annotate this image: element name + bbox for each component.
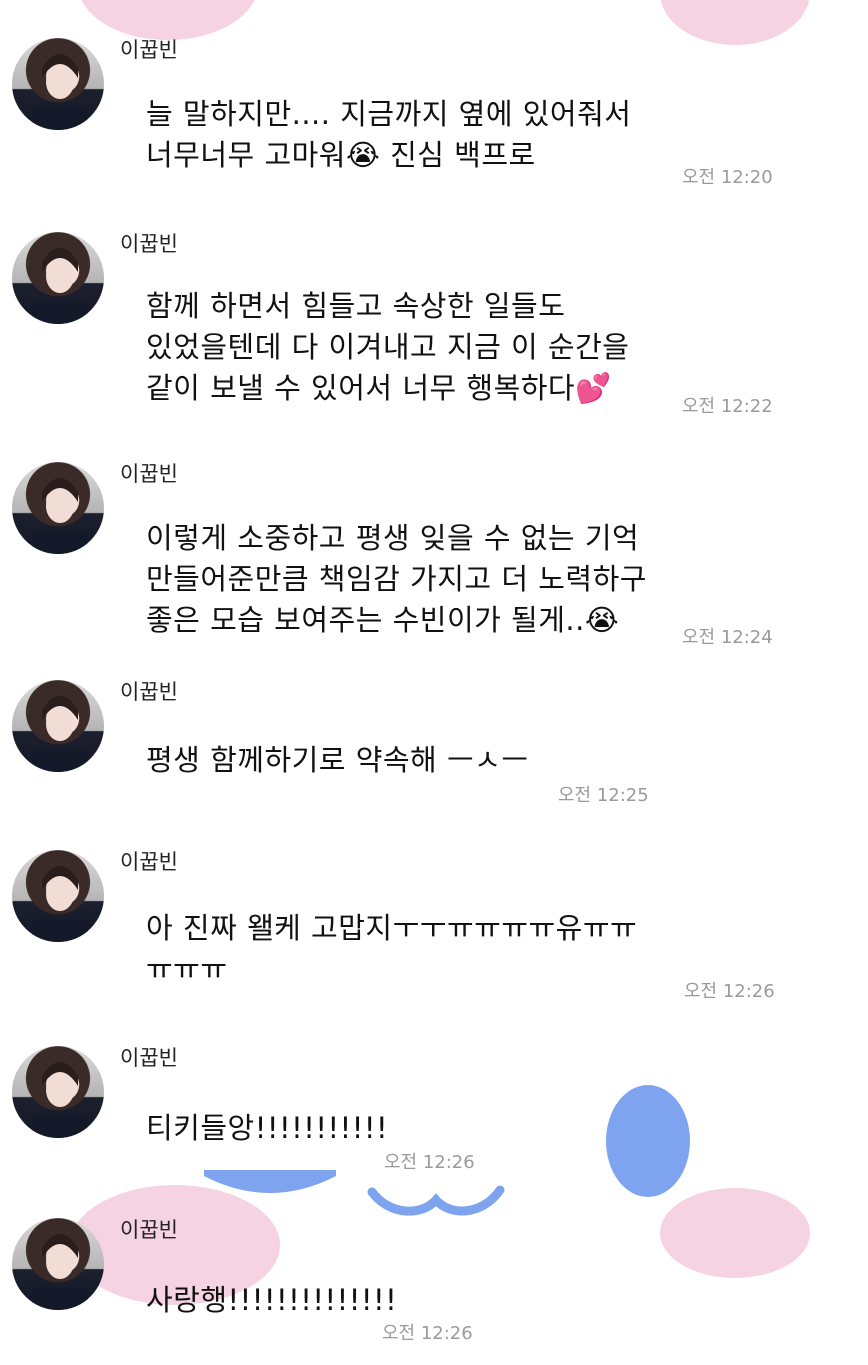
avatar[interactable] (12, 680, 104, 772)
chat-log[interactable]: 이꿉빈 늘 말하지만.... 지금까지 옆에 있어줘서너무너무 고마워😭 진심 … (0, 0, 868, 1365)
avatar[interactable] (12, 850, 104, 942)
sender-name: 이꿉빈 (120, 1046, 178, 1070)
avatar[interactable] (12, 462, 104, 554)
message-time: 오전 12:24 (682, 627, 773, 648)
sender-name: 이꿉빈 (120, 462, 178, 486)
message-line: 아 진짜 왤케 고맙지ㅜㅜㅠㅠㅠㅠ유ㅠㅠ (146, 911, 638, 945)
sender-name: 이꿉빈 (120, 232, 178, 256)
message-time: 오전 12:26 (684, 981, 775, 1002)
avatar[interactable] (12, 1046, 104, 1138)
message-line: 같이 보낼 수 있어서 너무 행복하다💕 (146, 371, 612, 405)
message-text: 함께 하면서 힘들고 속상한 일들도있었을텐데 다 이겨내고 지금 이 순간을같… (146, 286, 629, 409)
message-line: 만들어준만큼 책임감 가지고 더 노력하구 (146, 562, 647, 596)
message-line: 늘 말하지만.... 지금까지 옆에 있어줘서 (146, 97, 632, 131)
message-line: 티키들앙!!!!!!!!!!! (146, 1111, 389, 1145)
message-time: 오전 12:22 (682, 396, 773, 417)
message-line: 이렇게 소중하고 평생 잊을 수 없는 기억 (146, 521, 640, 555)
sender-name: 이꿉빈 (120, 680, 178, 704)
message-time: 오전 12:25 (558, 785, 649, 806)
message-text: 평생 함께하기로 약속해 ㅡㅅㅡ (146, 740, 529, 781)
message-line: 사랑행!!!!!!!!!!!!!! (146, 1283, 398, 1317)
avatar[interactable] (12, 1218, 104, 1310)
message-line: ㅠㅠㅠ (146, 952, 228, 986)
message-line: 있었을텐데 다 이겨내고 지금 이 순간을 (146, 330, 630, 364)
message-line: 함께 하면서 힘들고 속상한 일들도 (146, 289, 566, 323)
sender-name: 이꿉빈 (120, 38, 178, 62)
message-text: 아 진짜 왤케 고맙지ㅜㅜㅠㅠㅠㅠ유ㅠㅠ ㅠㅠㅠ (146, 908, 637, 990)
message-line: 좋은 모습 보여주는 수빈이가 될게..😭 (146, 603, 620, 637)
message-line: 너무너무 고마워😭 진심 백프로 (146, 138, 536, 172)
avatar[interactable] (12, 232, 104, 324)
avatar[interactable] (12, 38, 104, 130)
message-line: 평생 함께하기로 약속해 ㅡㅅㅡ (146, 743, 529, 777)
message-text: 사랑행!!!!!!!!!!!!!! (146, 1280, 397, 1321)
message-time: 오전 12:20 (682, 167, 773, 188)
message-text: 늘 말하지만.... 지금까지 옆에 있어줘서너무너무 고마워😭 진심 백프로 (146, 94, 631, 176)
sender-name: 이꿉빈 (120, 1218, 178, 1242)
message-time: 오전 12:26 (384, 1152, 475, 1173)
message-time: 오전 12:26 (382, 1323, 473, 1344)
message-text: 이렇게 소중하고 평생 잊을 수 없는 기억만들어준만큼 책임감 가지고 더 노… (146, 518, 647, 641)
message-text: 티키들앙!!!!!!!!!!! (146, 1108, 388, 1149)
sender-name: 이꿉빈 (120, 850, 178, 874)
